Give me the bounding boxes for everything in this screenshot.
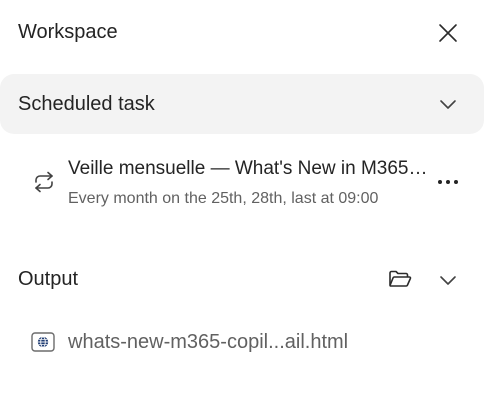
output-file-item[interactable]: whats-new-m365-copil...ail.html [0, 322, 484, 362]
output-section-title: Output [18, 268, 79, 290]
output-file-name: whats-new-m365-copil...ail.html [68, 331, 349, 353]
web-file-icon [31, 332, 55, 352]
more-options-button[interactable] [434, 168, 462, 196]
workspace-panel: Workspace Scheduled task Veille mensuell… [0, 0, 484, 415]
panel-title: Workspace [18, 21, 118, 43]
scheduled-task-schedule: Every month on the 25th, 28th, last at 0… [68, 190, 379, 207]
panel-header: Workspace [0, 0, 484, 66]
scheduled-task-section-header[interactable]: Scheduled task [0, 74, 484, 134]
scheduled-task-title: Veille mensuelle — What's New in M365 Co… [68, 158, 428, 179]
scheduled-task-section-title: Scheduled task [18, 93, 155, 115]
close-icon [439, 24, 457, 42]
more-horizontal-icon [438, 180, 458, 184]
chevron-down-icon[interactable] [436, 92, 460, 116]
open-folder-button[interactable] [386, 266, 414, 292]
scheduled-task-item[interactable]: Veille mensuelle — What's New in M365 Co… [0, 148, 484, 218]
output-section-header: Output [0, 258, 484, 302]
close-button[interactable] [432, 17, 464, 49]
folder-open-icon [389, 270, 412, 287]
output-chevron-down-icon[interactable] [436, 268, 460, 292]
recurring-icon [35, 171, 53, 193]
